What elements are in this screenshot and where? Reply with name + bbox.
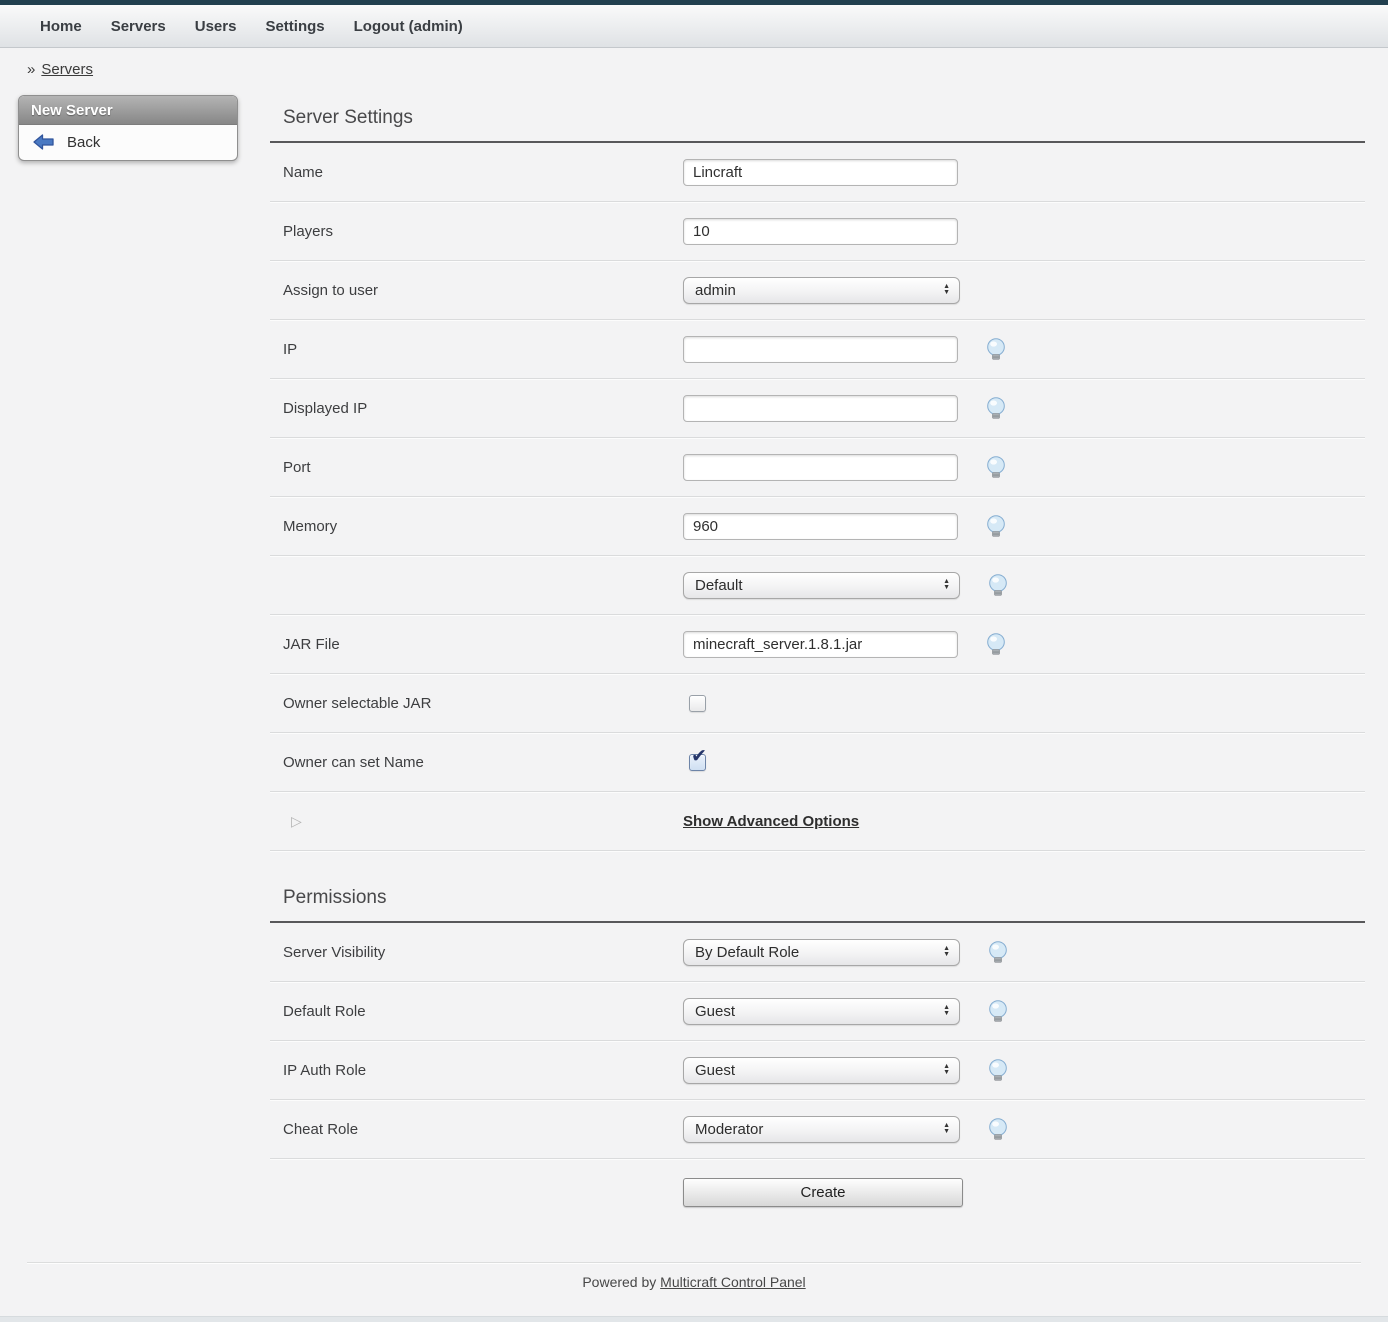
form-row-jar-file: JAR File [270, 615, 1365, 674]
ip-label: IP [270, 341, 683, 358]
name-label: Name [270, 164, 683, 181]
main-nav: Home Servers Users Settings Logout (admi… [0, 5, 1388, 48]
server-visibility-hint-lightbulb-icon[interactable] [987, 940, 1009, 964]
show-advanced-options-link[interactable]: Show Advanced Options [683, 813, 859, 830]
select-value: Default [695, 577, 943, 594]
panel-title: New Server [19, 96, 237, 125]
nav-item-home[interactable]: Home [40, 18, 82, 35]
form-row-displayed-ip: Displayed IP [270, 379, 1365, 438]
panel-body: Back [19, 125, 237, 160]
select-stepper-icon: ▲▼ [943, 1005, 951, 1017]
ip-auth-role-label: IP Auth Role [270, 1062, 683, 1079]
checkmark-icon: ✔ [691, 747, 707, 766]
breadcrumb-servers-link[interactable]: Servers [41, 61, 93, 78]
form-row-assign-to-user: Assign to user admin ▲▼ [270, 261, 1365, 320]
owner-selectable-jar-checkbox[interactable] [689, 695, 706, 712]
multicraft-link[interactable]: Multicraft Control Panel [660, 1274, 806, 1290]
select-value: Moderator [695, 1121, 943, 1138]
owner-can-set-name-checkbox[interactable]: ✔ [689, 754, 706, 771]
memory-mode-select[interactable]: Default ▲▼ [683, 572, 960, 599]
default-role-select[interactable]: Guest ▲▼ [683, 998, 960, 1025]
main-form: Server Settings Name Players Assign to u… [270, 85, 1365, 1255]
default-role-label: Default Role [270, 1003, 683, 1020]
displayed-ip-label: Displayed IP [270, 400, 683, 417]
nav-item-settings[interactable]: Settings [265, 18, 324, 35]
disclosure-triangle-icon[interactable]: ▷ [291, 813, 302, 830]
form-row-memory: Memory [270, 497, 1365, 556]
assign-to-user-select[interactable]: admin ▲▼ [683, 277, 960, 304]
ip-auth-role-select[interactable]: Guest ▲▼ [683, 1057, 960, 1084]
content-area: New Server Back Server Settings Name [0, 85, 1388, 1255]
assign-to-user-label: Assign to user [270, 282, 683, 299]
memory-input[interactable] [683, 513, 958, 540]
form-row-players: Players [270, 202, 1365, 261]
select-value: By Default Role [695, 944, 943, 961]
ip-input[interactable] [683, 336, 958, 363]
server-visibility-select[interactable]: By Default Role ▲▼ [683, 939, 960, 966]
form-row-port: Port [270, 438, 1365, 497]
form-row-ip-auth-role: IP Auth Role Guest ▲▼ [270, 1041, 1365, 1100]
cheat-role-select[interactable]: Moderator ▲▼ [683, 1116, 960, 1143]
owner-can-set-name-label: Owner can set Name [270, 754, 683, 771]
select-stepper-icon: ▲▼ [943, 284, 951, 296]
memory-hint-lightbulb-icon[interactable] [985, 514, 1007, 538]
bottom-edge-strip [0, 1316, 1388, 1322]
select-stepper-icon: ▲▼ [943, 946, 951, 958]
select-stepper-icon: ▲▼ [943, 1123, 951, 1135]
nav-item-servers[interactable]: Servers [111, 18, 166, 35]
breadcrumb-separator: » [27, 61, 35, 78]
footer-divider [27, 1262, 1361, 1263]
players-label: Players [270, 223, 683, 240]
form-row-advanced-options: ▷ Show Advanced Options [270, 792, 1365, 851]
form-row-cheat-role: Cheat Role Moderator ▲▼ [270, 1100, 1365, 1159]
form-row-owner-can-set-name: Owner can set Name ✔ [270, 733, 1365, 792]
ip-hint-lightbulb-icon[interactable] [985, 337, 1007, 361]
new-server-panel: New Server Back [18, 95, 238, 161]
server-settings-heading: Server Settings [270, 85, 1365, 143]
back-label: Back [67, 134, 100, 151]
form-row-memory-mode: Default ▲▼ [270, 556, 1365, 615]
create-row: Create [270, 1159, 1365, 1255]
nav-item-users[interactable]: Users [195, 18, 237, 35]
back-arrow-icon [32, 133, 56, 151]
server-visibility-label: Server Visibility [270, 944, 683, 961]
footer: Powered by Multicraft Control Panel [0, 1274, 1388, 1290]
cheat-role-hint-lightbulb-icon[interactable] [987, 1117, 1009, 1141]
select-value: Guest [695, 1062, 943, 1079]
select-value: Guest [695, 1003, 943, 1020]
back-button[interactable]: Back [32, 133, 227, 151]
owner-selectable-jar-label: Owner selectable JAR [270, 695, 683, 712]
form-row-owner-selectable-jar: Owner selectable JAR [270, 674, 1365, 733]
select-value: admin [695, 282, 943, 299]
name-input[interactable] [683, 159, 958, 186]
memory-mode-hint-lightbulb-icon[interactable] [987, 573, 1009, 597]
form-row-ip: IP [270, 320, 1365, 379]
jar-file-input[interactable] [683, 631, 958, 658]
memory-label: Memory [270, 518, 683, 535]
powered-by-text: Powered by [582, 1274, 656, 1290]
displayed-ip-input[interactable] [683, 395, 958, 422]
port-hint-lightbulb-icon[interactable] [985, 455, 1007, 479]
displayed-ip-hint-lightbulb-icon[interactable] [985, 396, 1007, 420]
nav-item-logout[interactable]: Logout (admin) [354, 18, 463, 35]
ip-auth-role-hint-lightbulb-icon[interactable] [987, 1058, 1009, 1082]
form-row-name: Name [270, 143, 1365, 202]
breadcrumb: » Servers [0, 48, 1388, 85]
port-label: Port [270, 459, 683, 476]
players-input[interactable] [683, 218, 958, 245]
cheat-role-label: Cheat Role [270, 1121, 683, 1138]
form-row-server-visibility: Server Visibility By Default Role ▲▼ [270, 923, 1365, 982]
jar-file-label: JAR File [270, 636, 683, 653]
form-row-default-role: Default Role Guest ▲▼ [270, 982, 1365, 1041]
port-input[interactable] [683, 454, 958, 481]
multicraft-new-server-page: Home Servers Users Settings Logout (admi… [0, 0, 1388, 1322]
jar-file-hint-lightbulb-icon[interactable] [985, 632, 1007, 656]
select-stepper-icon: ▲▼ [943, 579, 951, 591]
permissions-heading: Permissions [270, 851, 1365, 923]
create-button[interactable]: Create [683, 1178, 963, 1207]
select-stepper-icon: ▲▼ [943, 1064, 951, 1076]
default-role-hint-lightbulb-icon[interactable] [987, 999, 1009, 1023]
